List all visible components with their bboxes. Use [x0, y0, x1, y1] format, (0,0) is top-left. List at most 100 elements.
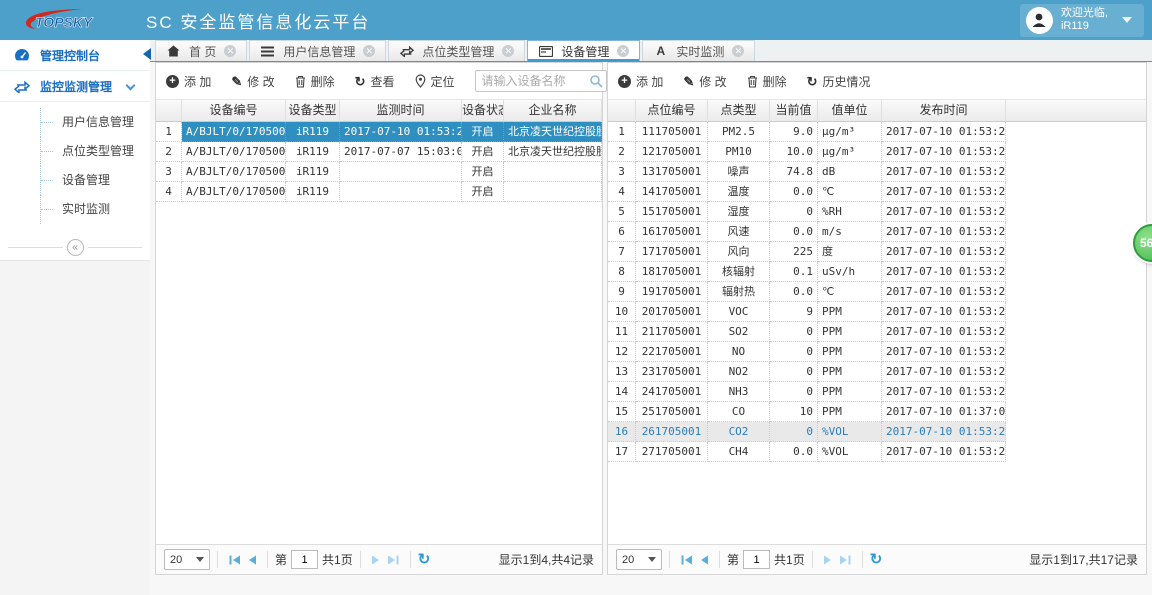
refresh-button[interactable]: ↻ — [418, 552, 431, 567]
table-cell: iR119 — [286, 162, 340, 182]
table-row[interactable]: 8 181705001 核辐射 0.1 uSv/h 2017-07-10 01:53:21 — [608, 262, 1146, 282]
sidebar-section-monitor-mgmt[interactable]: 监控监测管理 — [0, 71, 150, 102]
table-row[interactable]: 2 A/BJLT/0/1705002 iR119 2017-07-07 15:03:0… — [156, 142, 602, 162]
delete-button[interactable]: 删除 — [747, 73, 787, 90]
letterA-icon: A — [656, 44, 666, 58]
table-row[interactable]: 12 221705001 NO 0 PPM 2017-07-10 01:53:21 — [608, 342, 1146, 362]
column-header[interactable]: 点位编号 — [636, 100, 708, 122]
first-page-button[interactable] — [680, 554, 693, 566]
sidebar-item-point-type-management[interactable]: 点位类型管理 — [0, 137, 150, 166]
page-number-input[interactable] — [291, 550, 319, 569]
table-row[interactable]: 10 201705001 VOC 9 PPM 2017-07-10 01:53:22 — [608, 302, 1146, 322]
sidebar-item-user-info-management[interactable]: 用户信息管理 — [0, 108, 150, 137]
table-cell: 2017-07-10 01:53:21 — [882, 242, 1006, 262]
column-header[interactable]: 企业名称 — [504, 100, 602, 122]
add-button[interactable]: + 添 加 — [618, 73, 663, 90]
column-header[interactable]: 设备状态 — [462, 100, 504, 122]
next-page-button[interactable] — [823, 554, 833, 566]
page-size-select[interactable]: 20 — [164, 549, 210, 570]
table-cell: 开启 — [462, 182, 504, 202]
next-page-button[interactable] — [371, 554, 381, 566]
table-cell: 151705001 — [636, 202, 708, 222]
table-cell — [504, 162, 602, 182]
close-icon[interactable]: ✕ — [363, 45, 376, 57]
table-cell: A/BJLT/0/1705002 — [182, 142, 286, 162]
table-cell: 2017-07-10 01:53:22 — [882, 182, 1006, 202]
collapse-sidebar-button[interactable]: « — [66, 238, 84, 256]
prev-page-button[interactable] — [699, 554, 709, 566]
sidebar-item-realtime-monitor[interactable]: 实时监测 — [0, 195, 150, 224]
list-icon — [260, 46, 275, 57]
sidebar-section-console[interactable]: 管理控制台 — [0, 40, 150, 71]
close-icon[interactable]: ✕ — [502, 45, 515, 57]
trash-icon — [747, 75, 757, 88]
add-button[interactable]: + 添 加 — [166, 73, 211, 90]
table-row[interactable]: 14 241705001 NH3 0 PPM 2017-07-10 01:53:21 — [608, 382, 1146, 402]
delete-button[interactable]: 删除 — [295, 73, 335, 90]
table-cell: PPM — [818, 362, 882, 382]
table-row[interactable]: 1 111705001 PM2.5 9.0 μg/m³ 2017-07-10 01:53:… — [608, 122, 1146, 142]
tab-point-type[interactable]: 点位类型管理 ✕ — [388, 40, 526, 61]
column-header[interactable]: 监测时间 — [340, 100, 462, 122]
first-page-button[interactable] — [228, 554, 241, 566]
search-icon[interactable] — [589, 74, 603, 88]
tab-user-info[interactable]: 用户信息管理 ✕ — [249, 40, 387, 61]
table-cell: 0.0 — [770, 182, 818, 202]
tab-device-mgmt[interactable]: 设备管理 ✕ — [527, 40, 641, 61]
sidebar-item-device-management[interactable]: 设备管理 — [0, 166, 150, 195]
search-input[interactable] — [474, 70, 607, 92]
close-icon[interactable]: ✕ — [732, 45, 745, 57]
locate-button[interactable]: 定位 — [415, 73, 455, 90]
column-header[interactable]: 设备类型 — [286, 100, 340, 122]
table-row[interactable]: 9 191705001 辐射热 0.0 ℃ 2017-07-10 01:53:21 — [608, 282, 1146, 302]
sidebar-toggle-arrow[interactable] — [143, 48, 151, 60]
table-cell: 0.0 — [770, 282, 818, 302]
table-row[interactable]: 13 231705001 NO2 0 PPM 2017-07-10 01:53:22 — [608, 362, 1146, 382]
tab-label: 用户信息管理 — [283, 44, 356, 59]
edit-button[interactable]: ✎ 修 改 — [231, 73, 274, 90]
close-icon[interactable]: ✕ — [224, 45, 237, 57]
table-cell: 9 — [770, 302, 818, 322]
table-row[interactable]: 4 A/BJLT/0/1705004 iR119 开启 — [156, 182, 602, 202]
column-header[interactable]: 点类型 — [708, 100, 770, 122]
history-button[interactable]: ↻ 历史情况 — [807, 73, 871, 90]
table-row[interactable]: 1 A/BJLT/0/1705001 iR119 2017-07-10 01:53:2… — [156, 122, 602, 142]
column-header[interactable]: 值单位 — [818, 100, 882, 122]
table-cell: iR119 — [286, 142, 340, 162]
page-size-select[interactable]: 20 — [616, 549, 662, 570]
tab-bar: 首 页 ✕ 用户信息管理 ✕ 点位类型管理 ✕ 设备管理 ✕ A 实时监测 ✕ — [150, 40, 1152, 62]
table-row[interactable]: 5 151705001 湿度 0 %RH 2017-07-10 01:53:22 — [608, 202, 1146, 222]
table-cell: 121705001 — [636, 142, 708, 162]
table-row[interactable]: 3 A/BJLT/0/1705003 iR119 开启 — [156, 162, 602, 182]
table-row[interactable]: 4 141705001 温度 0.0 ℃ 2017-07-10 01:53:22 — [608, 182, 1146, 202]
close-icon[interactable]: ✕ — [617, 45, 630, 57]
user-menu[interactable]: 欢迎光临, iR119 — [1019, 3, 1144, 37]
prev-page-button[interactable] — [247, 554, 257, 566]
tab-home[interactable]: 首 页 ✕ — [155, 40, 248, 61]
table-row[interactable]: 7 171705001 风向 225 度 2017-07-10 01:53:21 — [608, 242, 1146, 262]
column-header[interactable]: 发布时间 — [882, 100, 1006, 122]
view-button[interactable]: ↻ 查看 — [355, 73, 395, 90]
main-area: 首 页 ✕ 用户信息管理 ✕ 点位类型管理 ✕ 设备管理 ✕ A 实时监测 ✕ + 添 加 ✎ 修 … — [150, 40, 1152, 595]
table-row[interactable]: 15 251705001 CO 10 PPM 2017-07-10 01:37:01 — [608, 402, 1146, 422]
table-cell: %VOL — [818, 442, 882, 462]
column-header[interactable]: 当前值 — [770, 100, 818, 122]
table-row[interactable]: 3 131705001 噪声 74.8 dB 2017-07-10 01:53:22 — [608, 162, 1146, 182]
last-page-button[interactable] — [839, 554, 852, 566]
row-number-cell: 10 — [608, 302, 636, 322]
column-header[interactable]: 设备编号 — [182, 100, 286, 122]
table-cell: PM10 — [708, 142, 770, 162]
table-cell: SO2 — [708, 322, 770, 342]
tab-realtime[interactable]: A 实时监测 ✕ — [642, 40, 756, 61]
table-row[interactable]: 11 211705001 SO2 0 PPM 2017-07-10 01:53:22 — [608, 322, 1146, 342]
last-page-button[interactable] — [387, 554, 400, 566]
table-row[interactable]: 17 271705001 CH4 0.0 %VOL 2017-07-10 01:53:21 — [608, 442, 1146, 462]
table-row[interactable]: 6 161705001 风速 0.0 m/s 2017-07-10 01:53:21 — [608, 222, 1146, 242]
table-cell: 2017-07-10 01:53:22 — [882, 422, 1006, 442]
sidebar-empty-area — [0, 260, 150, 595]
refresh-button[interactable]: ↻ — [870, 552, 883, 567]
table-row[interactable]: 2 121705001 PM10 10.0 μg/m³ 2017-07-10 01:53:… — [608, 142, 1146, 162]
table-row[interactable]: 16 261705001 CO2 0 %VOL 2017-07-10 01:53:22 — [608, 422, 1146, 442]
page-number-input[interactable] — [743, 550, 771, 569]
edit-button[interactable]: ✎ 修 改 — [683, 73, 726, 90]
